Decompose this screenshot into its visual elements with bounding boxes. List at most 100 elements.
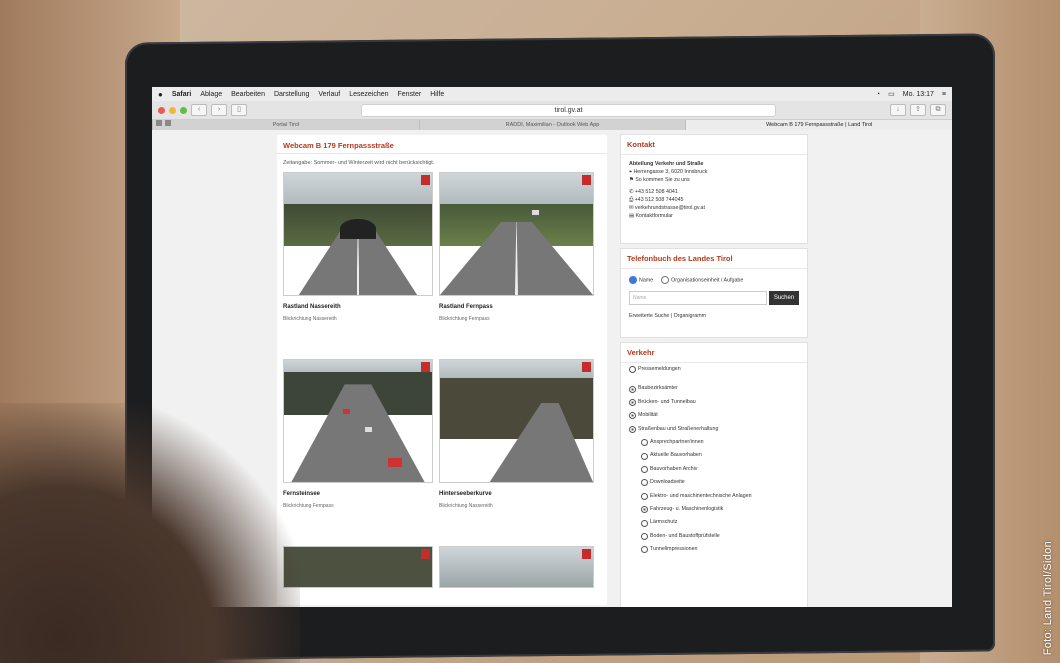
tab-outlook[interactable]: RADDI, Maximilian - Outlook Web App — [418, 120, 686, 130]
contact-title: Kontakt — [621, 135, 807, 155]
menu-item[interactable]: Fenster — [398, 91, 422, 98]
bookmark-icon[interactable] — [165, 120, 171, 126]
traffic-nav-item[interactable]: Ansprechpartner/innen — [621, 436, 807, 449]
webcam-name[interactable]: Fernsteinsee — [283, 491, 433, 497]
traffic-nav-label: Pressemeldungen — [638, 366, 681, 372]
traffic-nav-label: Ansprechpartner/innen — [650, 439, 704, 446]
phonebook-links[interactable]: Erweiterte Suche | Organigramm — [621, 305, 807, 327]
webcam-name[interactable]: Rastland Nassereith — [283, 304, 433, 310]
webcam-caption: Rastland Nassereith Blickrichtung Nasser… — [283, 296, 433, 359]
tab-webcam[interactable]: Webcam B 179 Fernpassstraße | Land Tirol — [685, 120, 952, 130]
webcam-image[interactable] — [283, 546, 433, 588]
traffic-nav-item[interactable]: Tunnelimpressionen — [621, 543, 807, 556]
traffic-nav-item[interactable]: Elektro- und maschinentechnische Anlagen — [621, 490, 807, 503]
webcam-direction: Blickrichtung Nassereith — [283, 316, 337, 322]
minimize-window-icon[interactable] — [169, 106, 176, 114]
wifi-icon[interactable]: ◔ — [876, 91, 880, 98]
sidebar-icon[interactable]: ▯ — [231, 104, 247, 116]
battery-icon[interactable]: ▭ — [888, 90, 895, 98]
webcam-name[interactable]: Rastland Fernpass — [439, 304, 594, 310]
traffic-nav-label: Baubezirksämter — [638, 385, 678, 392]
webcam-direction: Blickrichtung Nassereith — [439, 503, 493, 509]
nav-circle-icon — [641, 439, 648, 447]
contact-email[interactable]: ✉ verkehrundstrasse@tirol.gv.at — [621, 204, 807, 212]
menu-item[interactable]: Darstellung — [274, 91, 309, 98]
nav-circle-icon — [641, 533, 648, 541]
contact-box: Kontakt Abteilung Verkehr und Straße ⌖ H… — [620, 134, 808, 244]
radio-org[interactable]: Organisationseinheit / Aufgabe — [661, 276, 743, 284]
menu-app[interactable]: Safari — [172, 91, 191, 98]
tirol-logo-icon — [582, 362, 591, 372]
back-icon[interactable]: ‹ — [191, 104, 207, 116]
nav-circle-icon — [629, 385, 636, 393]
traffic-nav-item[interactable]: Mobilität — [621, 409, 807, 422]
traffic-nav-item[interactable]: Bauvorhaben Archiv — [621, 463, 807, 476]
menu-item[interactable]: Ablage — [200, 91, 222, 98]
apple-icon[interactable]: ● — [158, 90, 163, 99]
clock[interactable]: Mo. 13:17 — [903, 91, 934, 98]
share-icon[interactable]: ⇪ — [910, 104, 926, 116]
traffic-nav-item[interactable]: Pressemeldungen — [621, 363, 807, 376]
nav-circle-icon — [641, 466, 648, 474]
traffic-nav-item[interactable]: Boden- und Baustoffprüfstelle — [621, 530, 807, 543]
traffic-nav-item[interactable]: Downloadseite — [621, 476, 807, 489]
browser-toolbar: ‹ › ▯ tirol.gv.at ↓ ⇪ ⧉ — [152, 101, 952, 120]
webcam-direction: Blickrichtung Fernpass — [439, 316, 490, 322]
traffic-nav-item[interactable]: Lärmschutz — [621, 516, 807, 529]
traffic-nav-item[interactable]: Fahrzeug- u. Maschinenlogistik — [621, 503, 807, 516]
photo-background: ● Safari Ablage Bearbeiten Darstellung V… — [0, 0, 1060, 663]
nav-circle-icon — [629, 425, 636, 433]
menu-list-icon[interactable]: ≡ — [942, 91, 946, 98]
contact-address: ⌖ Herrengasse 3, 6020 Innsbruck — [629, 169, 708, 175]
menubar-status: ◔ ▭ Mo. 13:17 ≡ — [876, 90, 946, 99]
url-bar[interactable]: tirol.gv.at — [361, 103, 776, 117]
menu-item[interactable]: Bearbeiten — [231, 91, 265, 98]
contact-form-link[interactable]: ▤ Kontaktformular — [621, 212, 807, 220]
tirol-logo-icon — [421, 362, 430, 372]
nav-circle-icon — [641, 479, 648, 487]
webcam-image[interactable] — [439, 172, 594, 296]
webcam-image[interactable] — [439, 359, 594, 483]
mac-menubar: ● Safari Ablage Bearbeiten Darstellung V… — [152, 87, 952, 101]
nav-circle-icon — [641, 452, 648, 460]
bookmark-icon[interactable] — [156, 120, 162, 126]
tirol-logo-icon — [582, 549, 591, 559]
forward-icon[interactable]: › — [211, 104, 227, 116]
traffic-nav-item[interactable]: Baubezirksämter — [621, 382, 807, 395]
webcam-image[interactable] — [283, 359, 433, 483]
search-button[interactable]: Suchen — [769, 291, 799, 305]
traffic-nav-box: Verkehr Pressemeldungen Baubezirksämter Br… — [620, 342, 808, 607]
webcam-image[interactable] — [439, 546, 594, 588]
contact-fax: ⎙ +43 512 508 744045 — [629, 197, 684, 203]
webcam-caption: Fernsteinsee Blickrichtung Fernpass — [283, 483, 433, 546]
menu-item[interactable]: Verlauf — [318, 91, 340, 98]
webcam-name[interactable]: Hinterseeberkurve — [439, 491, 594, 497]
contact-phone[interactable]: ✆ +43 512 508 4041 — [621, 188, 807, 196]
radio-name[interactable]: Name — [629, 276, 653, 284]
zoom-window-icon[interactable] — [180, 106, 187, 114]
name-input[interactable]: Name — [629, 291, 767, 305]
phonebook-search: Name Suchen — [621, 291, 807, 305]
nav-circle-icon — [641, 492, 648, 500]
main-content: Webcam B 179 Fernpassstraße Zeitangabe: … — [277, 135, 607, 605]
traffic-nav-item[interactable]: Brücken- und Tunnelbau — [621, 396, 807, 409]
webcam-caption: Rastland Fernpass Blickrichtung Fernpass — [439, 296, 594, 359]
tirol-logo-icon — [421, 175, 430, 185]
traffic-nav-item[interactable]: Straßenbau und Straßenerhaltung — [621, 423, 807, 436]
contact-directions[interactable]: ⚑ So kommen Sie zu uns — [621, 176, 807, 184]
download-icon[interactable]: ↓ — [890, 104, 906, 116]
nav-circle-icon — [629, 366, 636, 374]
tabs-icon[interactable]: ⧉ — [930, 104, 946, 116]
menu-item[interactable]: Lesezeichen — [349, 91, 388, 98]
webcam-image[interactable] — [283, 172, 433, 296]
search-mode: Name Organisationseinheit / Aufgabe — [621, 269, 807, 291]
traffic-nav-label: Aktuelle Bauvorhaben — [650, 452, 702, 459]
traffic-nav-label: Straßenbau und Straßenerhaltung — [638, 425, 719, 432]
traffic-nav-item[interactable]: Aktuelle Bauvorhaben — [621, 449, 807, 462]
phonebook-title: Telefonbuch des Landes Tirol — [621, 249, 807, 269]
close-window-icon[interactable] — [158, 106, 165, 114]
menu-item[interactable]: Hilfe — [430, 91, 444, 98]
traffic-nav-list: Pressemeldungen Baubezirksämter Brücken- u… — [621, 363, 807, 557]
traffic-nav-label: Brücken- und Tunnelbau — [638, 398, 696, 405]
contact-org: Abteilung Verkehr und Straße — [629, 161, 704, 167]
